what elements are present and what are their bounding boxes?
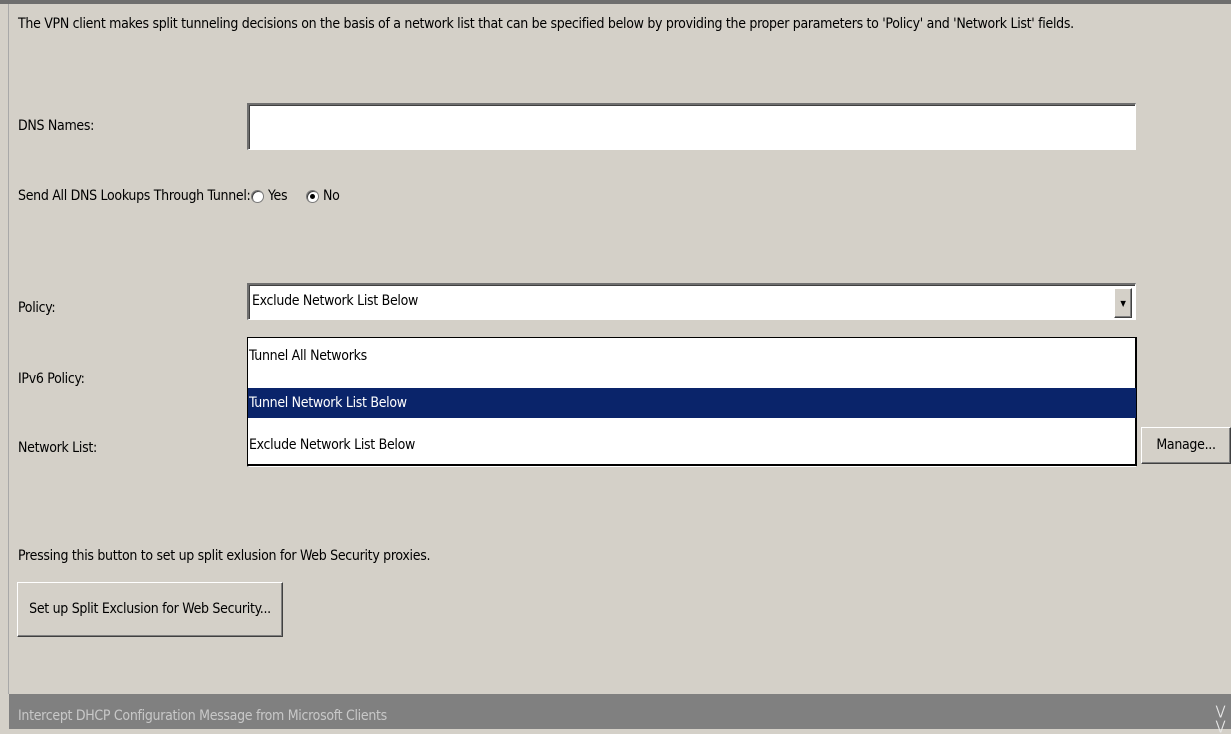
send-all-dns-no-label[interactable]: No — [323, 188, 340, 204]
network-list-label: Network List: — [18, 440, 97, 456]
section-title: Intercept DHCP Configuration Message fro… — [18, 708, 387, 724]
split-exclusion-web-security-button[interactable]: Set up Split Exclusion for Web Security.… — [17, 582, 283, 637]
send-all-dns-no-radio[interactable] — [306, 190, 319, 203]
policy-select[interactable]: Exclude Network List Below ▼ — [247, 283, 1136, 320]
policy-option-exclude-list[interactable]: Exclude Network List Below — [248, 434, 1136, 464]
intercept-dhcp-section-header[interactable]: Intercept DHCP Configuration Message fro… — [9, 694, 1231, 734]
dns-names-input[interactable] — [247, 103, 1136, 150]
top-border — [0, 0, 1231, 4]
policy-label: Policy: — [18, 300, 56, 316]
policy-selected-value: Exclude Network List Below — [252, 293, 419, 309]
split-tunnel-description: The VPN client makes split tunneling dec… — [18, 16, 1074, 32]
dns-names-label: DNS Names: — [18, 118, 95, 134]
send-all-dns-yes-label[interactable]: Yes — [268, 188, 288, 204]
policy-option-tunnel-all[interactable]: Tunnel All Networks — [248, 341, 1136, 371]
policy-option-tunnel-list[interactable]: Tunnel Network List Below — [248, 388, 1136, 418]
web-security-description: Pressing this button to set up split exl… — [18, 548, 431, 564]
left-border — [8, 4, 9, 694]
manage-button[interactable]: Manage... — [1141, 427, 1231, 464]
send-all-dns-label: Send All DNS Lookups Through Tunnel: — [18, 188, 251, 204]
dropdown-arrow-icon[interactable]: ▼ — [1114, 288, 1132, 318]
radio-selected-dot — [310, 194, 315, 199]
double-chevron-down-icon[interactable]: ⋁ ⋁ — [1216, 704, 1226, 734]
send-all-dns-yes-radio[interactable] — [251, 190, 264, 203]
ipv6-policy-label: IPv6 Policy: — [18, 371, 85, 387]
policy-dropdown-list: Tunnel All Networks Tunnel Network List … — [247, 337, 1137, 466]
